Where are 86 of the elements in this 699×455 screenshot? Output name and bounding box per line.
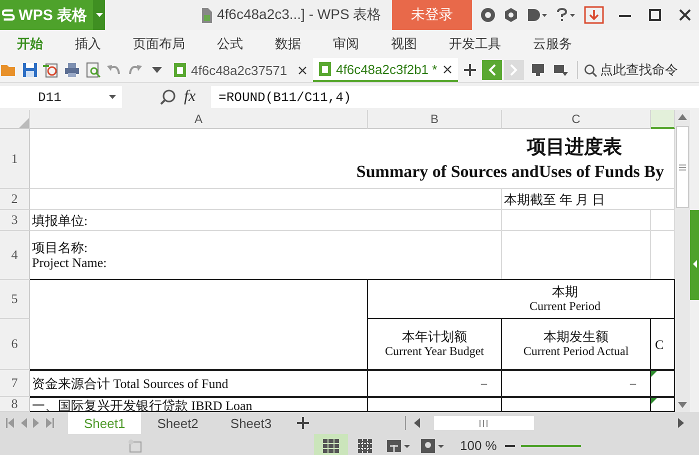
grip-icon — [479, 420, 488, 426]
caret-icon — [109, 95, 116, 99]
zoom-icon[interactable] — [160, 89, 176, 105]
chevron-right-icon — [510, 64, 518, 76]
table-cell-text: 资金来源合计 Total Sources of Fund — [32, 376, 230, 391]
sheet-subtitle: Summary of Sources andUses of Funds By — [356, 160, 664, 182]
menu-tab[interactable]: 插入 — [75, 35, 101, 53]
document-tab[interactable]: 4f6c48a2c37571 — [168, 58, 313, 82]
column-header[interactable]: A — [30, 110, 368, 129]
page-grid-icon — [358, 438, 372, 452]
table-cell-text: 一、国际复兴开发银行贷款 IBRD Loan — [32, 398, 254, 412]
search-field[interactable]: 点此查找命令 — [577, 61, 678, 79]
table-cell: – — [481, 376, 487, 391]
column-header[interactable]: B — [368, 110, 502, 129]
menu-tab[interactable]: 视图 — [391, 35, 417, 53]
row-header[interactable]: 6 — [0, 319, 30, 370]
page-layout-icon — [387, 438, 411, 452]
close-icon[interactable] — [443, 64, 452, 74]
formula-field[interactable]: =ROUND(B11/C11,4) — [210, 86, 699, 108]
zoom-level: 100 % — [460, 438, 497, 453]
print-icon[interactable] — [64, 62, 80, 78]
table-cell-text: Project Name: — [32, 255, 108, 270]
header-cell: 本期 — [552, 284, 578, 299]
row-header[interactable]: 7 — [0, 370, 30, 397]
sheet-tab[interactable]: Sheet3 — [214, 412, 288, 434]
menu-tab[interactable]: 开发工具 — [449, 35, 501, 53]
row-header[interactable]: 1 — [0, 129, 30, 189]
name-box[interactable]: D11 — [0, 86, 122, 108]
spreadsheet-icon — [319, 62, 331, 76]
scroll-thumb[interactable] — [676, 126, 689, 208]
close-icon[interactable] — [678, 8, 692, 22]
export-icon[interactable] — [43, 62, 59, 78]
window-title: 4f6c48a2c3...] - WPS 表格 — [217, 6, 382, 24]
chevron-left-icon — [488, 64, 496, 76]
spreadsheet-icon — [174, 63, 186, 77]
row-header[interactable]: 4 — [0, 231, 30, 280]
menu-tab[interactable]: 数据 — [275, 35, 301, 53]
wps-logo-icon — [2, 8, 15, 22]
caret-icon[interactable] — [96, 13, 102, 17]
document-icon — [200, 8, 212, 22]
row-header[interactable]: 3 — [0, 210, 30, 231]
normal-view-button[interactable] — [314, 434, 348, 455]
document-tab[interactable]: 4f6c48a2c3f2b1 * — [313, 58, 458, 82]
app-name: WPS 表格 — [18, 6, 87, 24]
vertical-scrollbar[interactable] — [675, 110, 690, 412]
hexagon-icon[interactable] — [503, 7, 519, 23]
dropdown-list-icon[interactable] — [553, 63, 569, 77]
date-cell-text: 本期截至 年 月 日 — [504, 192, 606, 206]
grip-icon — [679, 164, 686, 170]
scroll-up-icon[interactable] — [678, 114, 687, 120]
scroll-thumb[interactable] — [434, 416, 534, 430]
header-cell: 本年计划额 — [402, 329, 467, 344]
scroll-down-icon[interactable] — [678, 402, 687, 408]
scroll-left-icon[interactable] — [414, 418, 420, 428]
table-cell: – — [630, 376, 636, 391]
print-preview-icon[interactable] — [85, 62, 101, 78]
column-header[interactable]: C — [502, 110, 651, 129]
table-cell-text: 项目名称: — [32, 240, 89, 255]
scroll-right-icon[interactable] — [678, 418, 684, 428]
row-header[interactable]: 5 — [0, 280, 30, 319]
menu-tab[interactable]: 页面布局 — [133, 35, 185, 53]
menu-tab[interactable]: 审阅 — [333, 35, 359, 53]
close-icon[interactable] — [298, 66, 307, 74]
header-cell: C — [655, 336, 664, 352]
function-button[interactable]: fx — [184, 88, 196, 106]
search-icon — [584, 64, 597, 76]
sheet-tab[interactable]: Sheet2 — [141, 412, 214, 434]
menu-tab[interactable]: 开始 — [17, 35, 43, 53]
grid-icon — [323, 438, 339, 452]
save-icon[interactable] — [22, 62, 38, 78]
add-sheet-icon[interactable] — [296, 416, 310, 430]
header-cell: Current Period Actual — [523, 344, 629, 359]
header-cell: Current Period — [530, 299, 600, 314]
menu-tab[interactable]: 云服务 — [533, 35, 572, 53]
maximize-icon[interactable] — [648, 8, 662, 22]
row-header[interactable]: 8 — [0, 397, 30, 412]
menu-tab[interactable]: 公式 — [217, 35, 243, 53]
help-icon[interactable] — [555, 7, 577, 23]
row-header[interactable]: 2 — [0, 189, 30, 210]
sheet-tab[interactable]: Sheet1 — [68, 412, 142, 434]
monitor-icon[interactable] — [531, 63, 545, 77]
sheet-title: 项目进度表 — [527, 136, 622, 160]
header-cell: Current Year Budget — [385, 344, 484, 359]
table-cell-text: 填报单位: — [32, 212, 89, 228]
download-icon[interactable] — [584, 6, 604, 24]
header-cell: 本期发生额 — [544, 329, 608, 344]
